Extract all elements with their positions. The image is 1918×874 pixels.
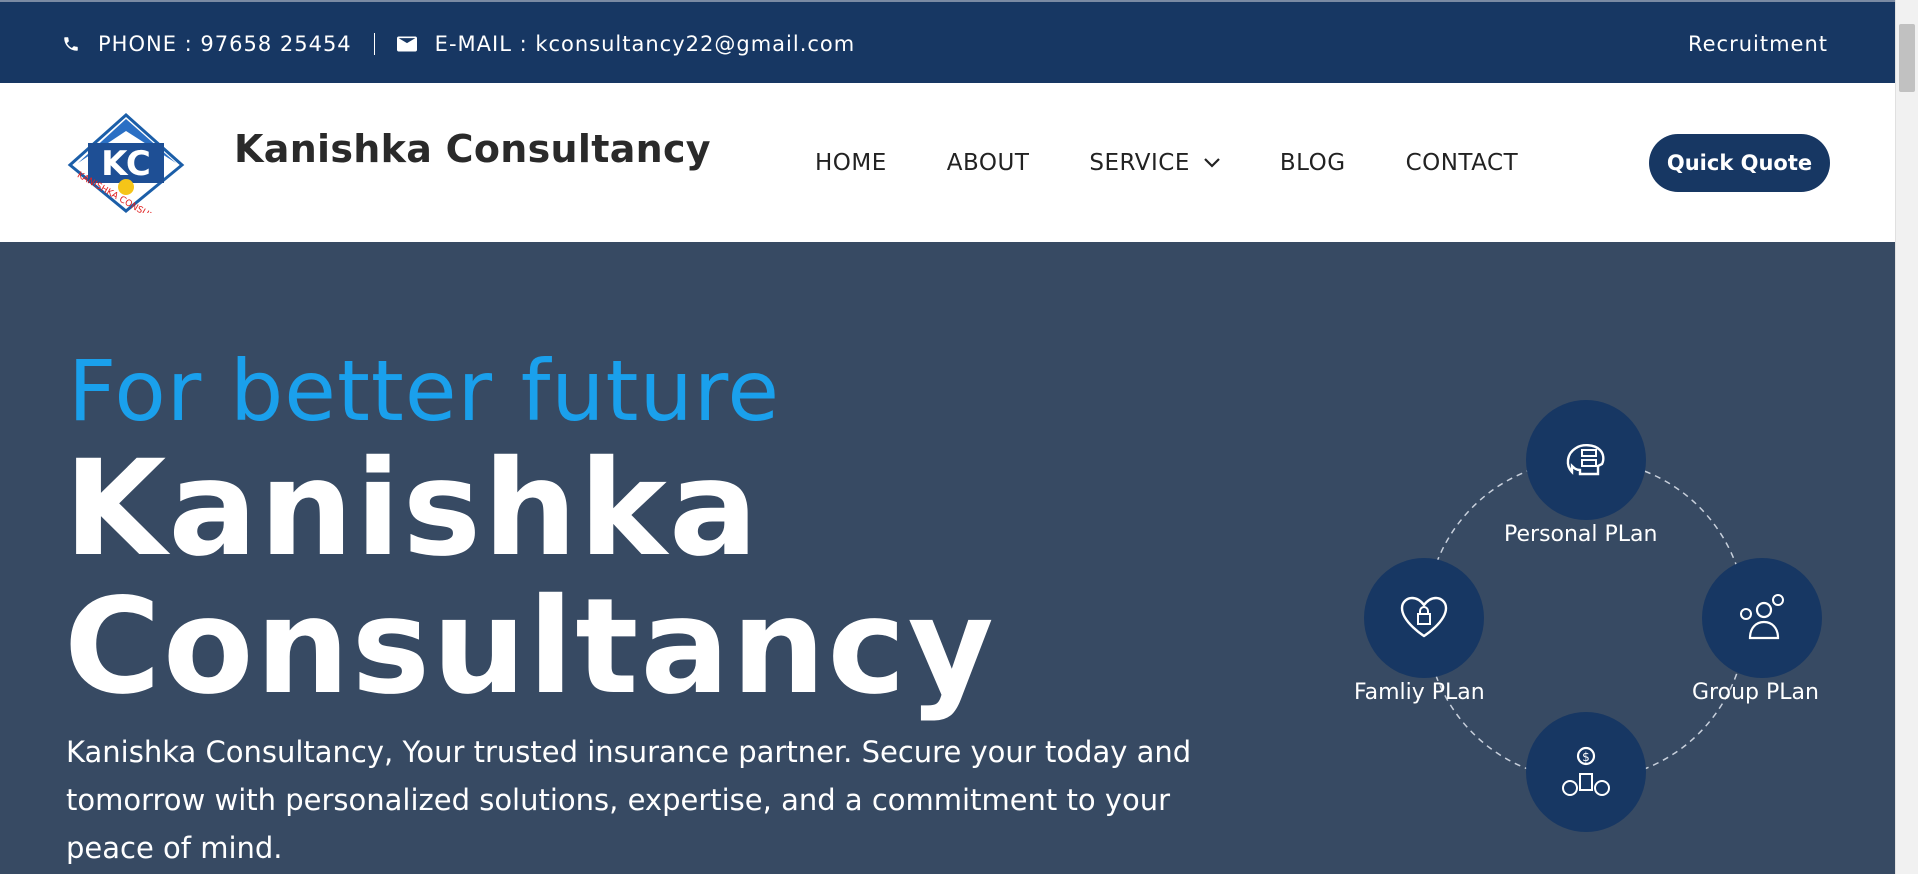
brain-gear-icon [1566,444,1605,476]
email-text[interactable]: E-MAIL : kconsultancy22@gmail.com [435,32,856,56]
person-gears-icon [1740,594,1784,640]
nav-contact[interactable]: CONTACT [1406,150,1519,176]
personal-plan-label: Personal PLan [1504,522,1658,547]
main-nav: HOME ABOUT SERVICE BLOG CONTACT [815,83,1578,242]
quick-quote-button[interactable]: Quick Quote [1649,134,1830,192]
phone-text[interactable]: PHONE : 97658 25454 [98,32,352,56]
money-people-icon: $ [1562,746,1610,796]
plans-diagram: Personal PLan Famliy PLan Group PLan $ [1340,400,1840,874]
nav-service[interactable]: SERVICE [1089,149,1220,176]
recruitment-link[interactable]: Recruitment [1688,2,1828,85]
nav-contact-label: CONTACT [1405,149,1519,176]
plan-circle-bottom[interactable]: $ [1526,712,1646,832]
svg-text:$: $ [1582,750,1590,764]
nav-blog-label: BLOG [1279,149,1346,176]
nav-home-label: HOME [815,149,887,176]
scrollbar-thumb[interactable] [1899,24,1915,92]
nav-about[interactable]: ABOUT [947,150,1030,176]
group-plan-label: Group PLan [1692,680,1819,705]
chevron-down-icon [1204,157,1220,168]
group-plan-circle[interactable] [1702,558,1822,678]
divider [373,32,375,55]
hero-title-line1: Kanishka [64,432,760,586]
hero-description: Kanishka Consultancy, Your trusted insur… [66,735,1192,865]
mail-icon [396,36,417,51]
site-header: KC KANISHKA CONSULTANCY Kanishka Consult… [0,83,1895,242]
nav-home[interactable]: HOME [815,150,887,176]
page-scrollbar[interactable] [1895,0,1918,874]
heart-lock-icon [1400,596,1448,638]
logo-graphic: KC KANISHKA CONSULTANCY [67,112,185,236]
nav-service-label: SERVICE [1089,149,1190,176]
top-bar: PHONE : 97658 25454 E-MAIL : kconsultanc… [0,0,1895,83]
nav-about-label: ABOUT [946,149,1030,176]
contact-info: PHONE : 97658 25454 E-MAIL : kconsultanc… [62,2,855,85]
brand-name[interactable]: Kanishka Consultancy [234,127,711,171]
personal-plan-circle[interactable] [1526,400,1646,520]
hero-section: For better future Kanishka Consultancy K… [0,242,1895,874]
family-plan-label: Famliy PLan [1354,680,1485,705]
hero-tagline: For better future [68,342,781,440]
hero-title-line2: Consultancy [64,570,996,724]
phone-icon [64,36,78,51]
nav-blog[interactable]: BLOG [1280,150,1346,176]
company-logo[interactable]: KC KANISHKA CONSULTANCY [64,112,188,236]
family-plan-circle[interactable] [1364,558,1484,678]
svg-text:KC: KC [101,144,151,184]
